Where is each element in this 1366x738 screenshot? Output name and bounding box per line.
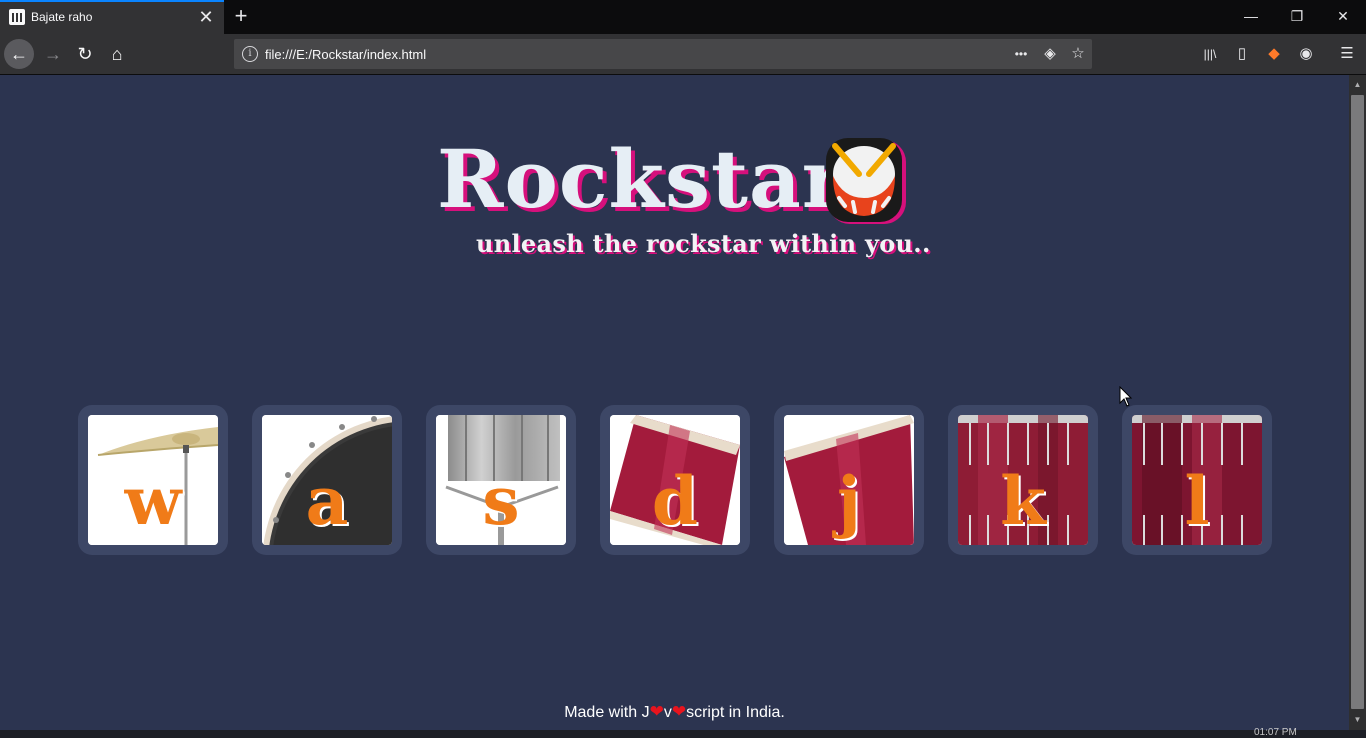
footer-text: v: [663, 704, 672, 721]
browser-tab[interactable]: Bajate raho ✕: [0, 0, 224, 34]
key-letter: a: [305, 462, 349, 540]
key-letter: j: [837, 462, 861, 540]
reload-button[interactable]: ↻: [70, 39, 100, 69]
active-tab-indicator: [0, 0, 224, 2]
menu-icon[interactable]: ☰: [1335, 42, 1359, 66]
key-letter: w: [124, 462, 182, 540]
taskbar-clock: 01:07 PM: [1254, 727, 1297, 738]
minimize-button[interactable]: —: [1228, 0, 1274, 34]
snare-drum-tile: s: [436, 415, 566, 545]
account-icon[interactable]: ◉: [1294, 42, 1318, 66]
drum-key-k[interactable]: k: [948, 405, 1098, 555]
page-title: Rockstar: [437, 132, 845, 226]
drum-key-d[interactable]: d: [600, 405, 750, 555]
key-letter: k: [1000, 462, 1046, 540]
library-icon[interactable]: |||\: [1198, 42, 1222, 66]
site-info-icon[interactable]: i: [242, 46, 258, 62]
drum-emoji-icon: [826, 138, 906, 224]
tab-strip: Bajate raho ✕ + — ❐ ✕: [0, 0, 1366, 34]
tom-3-tile: k: [958, 415, 1088, 545]
bookmark-star-icon[interactable]: ☆: [1067, 43, 1089, 65]
back-button[interactable]: ←: [4, 39, 34, 69]
pocket-icon[interactable]: ◈: [1039, 43, 1061, 65]
tom-2-tile: j: [784, 415, 914, 545]
page-content: Rockstar unleash the rockstar within you…: [0, 75, 1349, 730]
scroll-thumb[interactable]: [1351, 95, 1364, 709]
home-button[interactable]: ⌂: [102, 39, 132, 69]
drum-key-w[interactable]: w: [78, 405, 228, 555]
page-subtitle: unleash the rockstar within you..: [476, 229, 931, 258]
navigation-toolbar: ← → ↻ ⌂ i file:///E:/Rockstar/index.html…: [0, 34, 1366, 75]
close-tab-icon[interactable]: ✕: [196, 7, 216, 27]
drum-key-s[interactable]: s: [426, 405, 576, 555]
favicon-icon: [9, 9, 25, 25]
key-letter: l: [1184, 462, 1210, 540]
window-close-button[interactable]: ✕: [1320, 0, 1366, 34]
page-actions-icon[interactable]: •••: [1010, 43, 1032, 65]
url-bar[interactable]: i file:///E:/Rockstar/index.html ••• ◈ ☆: [234, 39, 1092, 69]
heart-icon: ❤: [649, 702, 664, 721]
scroll-up-icon[interactable]: ▲: [1349, 77, 1366, 93]
new-tab-button[interactable]: +: [230, 5, 252, 27]
crash-cymbal-tile: w: [88, 415, 218, 545]
taskbar: 01:07 PM: [0, 727, 1366, 738]
drum-keys: w a s d j k l: [78, 405, 1278, 555]
drum-key-j[interactable]: j: [774, 405, 924, 555]
sidebar-icon[interactable]: ▯: [1230, 42, 1254, 66]
tab-title: Bajate raho: [31, 10, 93, 24]
tom-4-tile: l: [1132, 415, 1262, 545]
drum-key-a[interactable]: a: [252, 405, 402, 555]
tom-1-tile: d: [610, 415, 740, 545]
scroll-down-icon[interactable]: ▼: [1349, 712, 1366, 728]
heart-icon: ❤: [671, 702, 687, 721]
url-text[interactable]: file:///E:/Rockstar/index.html: [265, 47, 426, 62]
footer: Made with J❤v❤script in India.: [0, 702, 1349, 722]
extension-icon[interactable]: ◆: [1262, 42, 1286, 66]
footer-text: script in India.: [686, 704, 785, 721]
forward-button[interactable]: →: [38, 39, 68, 69]
kick-drum-tile: a: [262, 415, 392, 545]
key-letter: d: [651, 462, 699, 540]
vertical-scrollbar[interactable]: ▲ ▼: [1349, 75, 1366, 730]
key-letter: s: [482, 462, 520, 540]
restore-button[interactable]: ❐: [1274, 0, 1320, 34]
mouse-cursor-icon: [1119, 386, 1133, 407]
footer-text: Made with J: [564, 704, 650, 721]
drum-key-l[interactable]: l: [1122, 405, 1272, 555]
